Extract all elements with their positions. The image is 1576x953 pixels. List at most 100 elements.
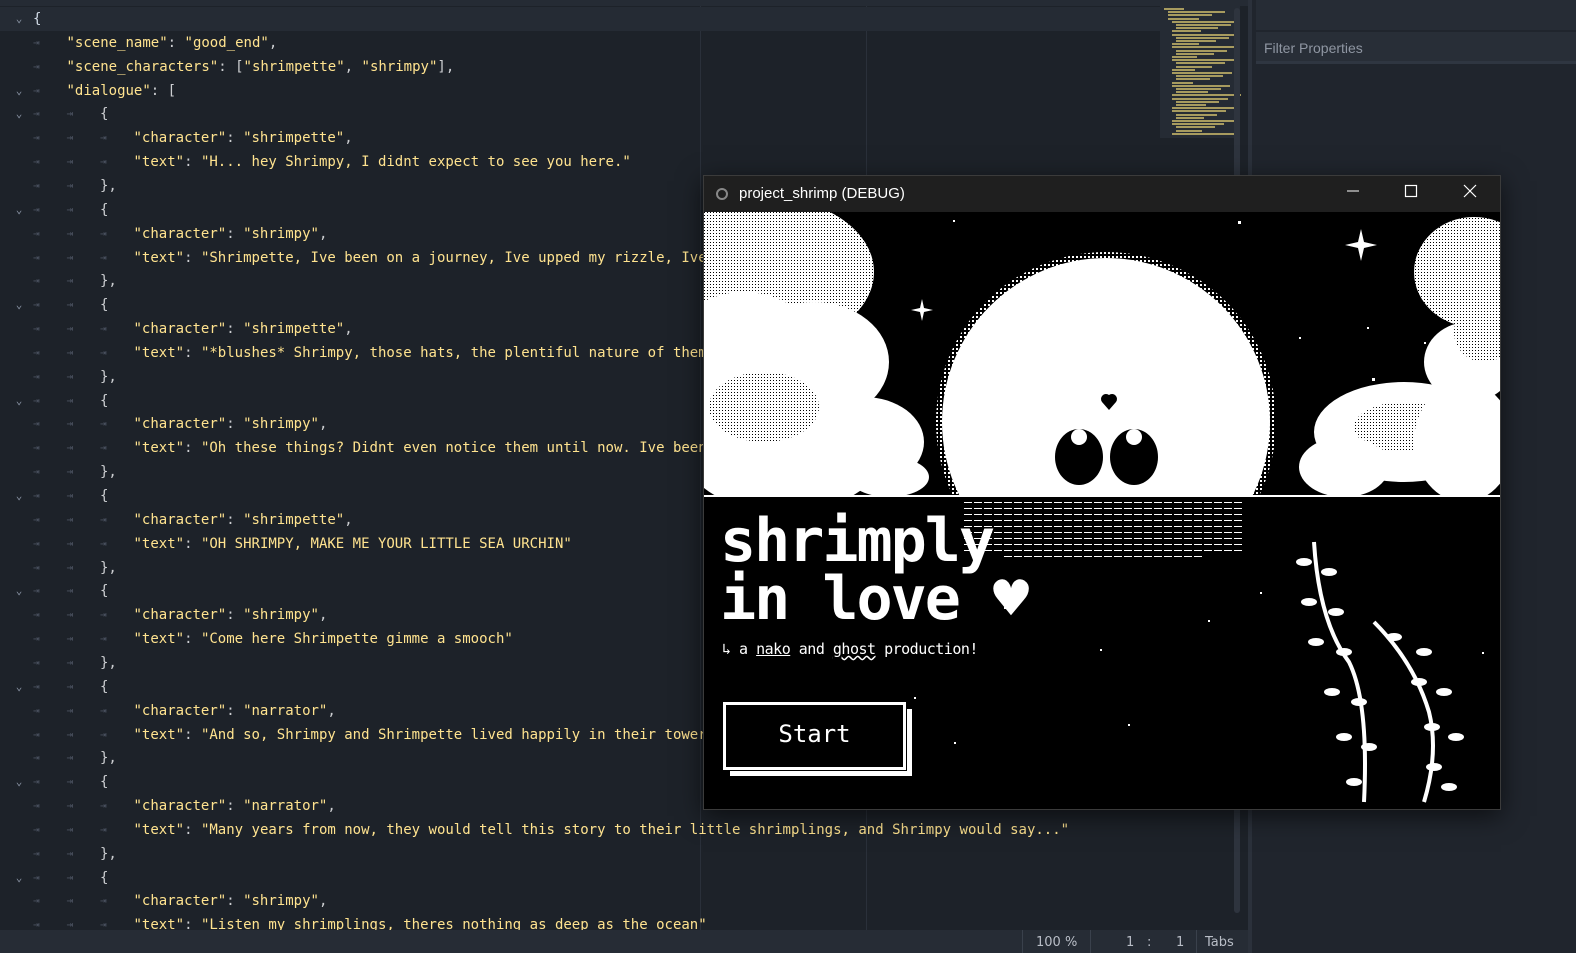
tab-indent-icon: ⇥ [100, 822, 107, 836]
minimize-button[interactable] [1324, 176, 1382, 212]
cursor-column: 1 [1176, 935, 1185, 950]
tab-indent-icon: ⇥ [33, 918, 40, 930]
tab-indent-icon: ⇥ [100, 632, 107, 646]
minimap-line [1172, 20, 1240, 23]
code-text: { [100, 484, 108, 508]
minimap-line [1172, 30, 1201, 33]
minimap-line [1176, 91, 1208, 94]
indent-mode[interactable]: Tabs [1205, 935, 1234, 950]
fold-chevron-icon[interactable]: ⌄ [12, 389, 26, 413]
fold-chevron-icon[interactable]: ⌄ [12, 675, 26, 699]
minimap-line [1176, 27, 1218, 30]
tab-indent-icon: ⇥ [66, 727, 74, 741]
code-token: : [184, 631, 201, 648]
tab-indent-icon: ⇥ [33, 155, 40, 169]
code-token: "character" [133, 416, 227, 433]
code-token: , [344, 321, 353, 338]
tab-indent-icon: ⇥ [33, 679, 40, 693]
code-token: { [33, 11, 42, 27]
minimap-line [1176, 24, 1231, 26]
code-text: "character": "shrimpette", [134, 126, 353, 150]
tab-indent-icon: ⇥ [66, 178, 74, 192]
minimap-line [1176, 75, 1223, 78]
start-button[interactable]: Start [723, 702, 912, 776]
zoom-level[interactable]: 100 % [1036, 935, 1077, 950]
fold-chevron-icon[interactable]: ⌄ [12, 102, 26, 126]
minimap-line [1172, 46, 1236, 49]
minimap-line [1168, 14, 1212, 17]
code-token: }, [100, 845, 117, 862]
code-token: "good_end" [184, 34, 269, 51]
code-token: : [184, 344, 201, 361]
code-token: { [100, 583, 109, 600]
code-token: : [ [218, 58, 244, 75]
tab-indent-icon: ⇥ [33, 226, 40, 240]
minimap-line [1172, 107, 1239, 110]
cursor-line: 1 [1126, 935, 1135, 950]
fold-chevron-icon[interactable]: ⌄ [12, 198, 26, 222]
tab-indent-icon: ⇥ [66, 226, 74, 240]
code-line[interactable]: ⇥ "scene_characters": ["shrimpette", "shr… [0, 55, 1160, 79]
code-token: "scene_characters" [66, 58, 219, 75]
code-line[interactable]: ⌄ ⇥ ⇥ { [0, 866, 1160, 890]
tab-indent-icon: ⇥ [66, 274, 74, 288]
close-button[interactable] [1441, 176, 1499, 212]
fold-chevron-icon[interactable]: ⌄ [12, 79, 26, 103]
minimap-line [1176, 129, 1202, 132]
code-text: "text": "Shrimpette, Ive been on a journ… [134, 246, 707, 270]
code-token: "Come here Shrimpette gimme a smooch" [200, 631, 513, 648]
fold-chevron-icon[interactable]: ⌄ [12, 293, 26, 317]
maximize-button[interactable] [1382, 176, 1440, 212]
code-line[interactable]: ⇥ ⇥ ⇥ "character": "shrimpy", [0, 889, 1160, 913]
tab-indent-icon: ⇥ [66, 679, 74, 693]
code-line[interactable]: ⌄{ [0, 7, 1160, 31]
fold-chevron-icon[interactable]: ⌄ [12, 579, 26, 603]
fold-chevron-icon[interactable]: ⌄ [12, 770, 26, 794]
tab-indent-icon: ⇥ [33, 846, 40, 860]
minimize-icon [1347, 190, 1359, 192]
tab-indent-icon: ⇥ [33, 894, 40, 908]
code-line[interactable]: ⇥ ⇥ ⇥ "text": "Listen my shrimplings, there… [0, 913, 1160, 930]
code-token: , [268, 34, 278, 51]
code-text: { [100, 579, 108, 603]
tab-indent-icon: ⇥ [66, 655, 74, 669]
code-token: "Listen my shrimplings, theres nothing a… [200, 917, 707, 930]
fold-chevron-icon[interactable]: ⌄ [12, 866, 26, 890]
code-line[interactable]: ⌄ ⇥ ⇥ { [0, 102, 1160, 126]
game-viewport[interactable]: shrimply in love ♥ ↳ a nako and ghost pr… [704, 212, 1500, 809]
fold-chevron-icon[interactable]: ⌄ [12, 484, 26, 508]
code-line[interactable]: ⇥ ⇥ ⇥ "text": "H... hey Shrimpy, I didnt ex… [0, 150, 1160, 174]
minimap-line [1176, 100, 1219, 103]
filter-properties-input[interactable]: Filter Properties [1256, 32, 1576, 64]
fold-chevron-icon[interactable]: ⌄ [12, 7, 26, 31]
code-text: "character": "shrimpy", [134, 889, 328, 913]
code-token: "text" [133, 726, 185, 743]
code-text: { [100, 102, 108, 126]
code-token: : [226, 607, 244, 624]
code-minimap[interactable] [1160, 4, 1241, 138]
minimap-line [1172, 132, 1235, 135]
tab-indent-icon: ⇥ [100, 250, 107, 264]
code-line[interactable]: ⇥ ⇥ ⇥ "character": "shrimpette", [0, 126, 1160, 150]
tab-indent-icon: ⇥ [66, 870, 74, 884]
tab-indent-icon: ⇥ [66, 465, 74, 479]
window-titlebar[interactable]: project_shrimp (DEBUG) [704, 176, 1500, 212]
godot-app-icon [716, 188, 728, 200]
code-token: { [100, 392, 109, 409]
code-text: }, [100, 174, 117, 198]
code-text: "character": "shrimpy", [134, 222, 328, 246]
code-token: "text" [133, 631, 185, 648]
code-line[interactable]: ⇥ ⇥}, [0, 842, 1160, 866]
code-token: { [100, 201, 109, 218]
tab-indent-icon: ⇥ [66, 822, 74, 836]
tab-indent-icon: ⇥ [66, 250, 74, 264]
code-text: "dialogue": [ [67, 79, 177, 103]
minimap-line [1176, 104, 1206, 106]
code-line[interactable]: ⇥ ⇥ ⇥ "text": "Many years from now, they wo… [0, 818, 1160, 842]
code-line[interactable]: ⇥ "scene_name": "good_end", [0, 31, 1160, 55]
code-token: "character" [133, 321, 227, 338]
game-window[interactable]: project_shrimp (DEBUG) shrimply in love … [703, 175, 1501, 810]
code-line[interactable]: ⌄ ⇥ "dialogue": [ [0, 79, 1160, 103]
tab-indent-icon: ⇥ [100, 727, 107, 741]
minimap-line [1176, 65, 1212, 68]
